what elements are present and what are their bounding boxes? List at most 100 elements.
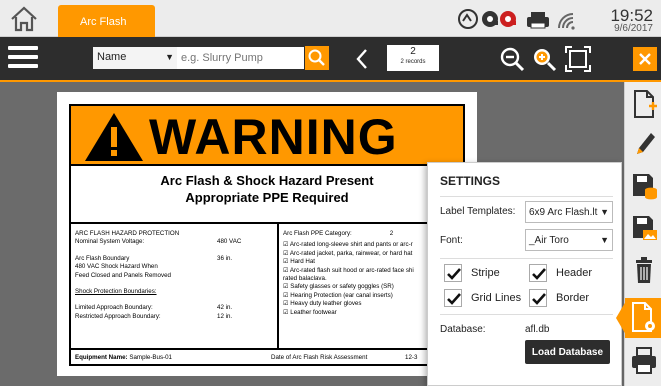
shock-boundaries-title: Shock Protection Boundaries: [75,288,157,296]
clock: 19:52 9/6/2017 [610,6,653,34]
record-count: 2 records [400,59,426,65]
cloud-record-icon [482,11,498,27]
border-checkbox[interactable] [529,289,547,307]
boundary-value: 36 in. [217,254,233,262]
border-label: Border [556,292,590,304]
clock-date: 9/6/2017 [614,23,653,34]
divider [440,258,613,259]
shock-hazard-line-1: 480 VAC Shock Hazard When [75,263,158,271]
home-icon[interactable] [8,4,40,34]
chevron-down-icon: ▼ [600,207,609,217]
stripe-label: Stripe [471,267,500,279]
divider [71,348,463,350]
headline-line-1: Arc Flash & Shock Hazard Present [160,173,374,188]
hazard-headline: Arc Flash & Shock Hazard Present Appropr… [71,172,463,206]
tab-arc-flash[interactable]: Arc Flash [58,5,155,37]
zoom-out-icon[interactable] [498,45,526,73]
close-icon [639,53,651,65]
font-select[interactable]: _Air Toro ▼ [525,229,613,251]
search-field-select[interactable]: Name ▼ [93,47,177,69]
document-settings-icon [632,302,655,332]
limited-approach-label: Limited Approach Boundary: [75,304,153,312]
limited-approach-value: 42 in. [217,304,233,312]
font-label: Font: [440,235,463,246]
search-button[interactable] [305,46,329,70]
chevron-down-icon: ▼ [165,52,174,62]
previous-record-button[interactable] [353,45,371,73]
voltage-label: Nominal System Voltage: [75,238,145,246]
chevron-left-icon [356,49,367,69]
hamburger-menu-icon[interactable] [8,46,38,72]
ppe-category-label: Arc Flash PPE Category: [283,230,352,237]
settings-panel: SETTINGS Label Templates: 6x9 Arc Flash.… [427,162,622,386]
warning-banner: WARNING [71,106,463,166]
warning-heading: WARNING [149,109,398,165]
printer-icon [527,12,549,29]
checkmark-icon [532,268,546,280]
save-image-icon[interactable] [629,212,659,244]
equipment-name-value: Sample-Bus-01 [129,354,172,361]
clock-time: 19:52 [610,6,653,25]
section-title: ARC FLASH HAZARD PROTECTION [75,230,180,237]
boundary-label: Arc Flash Boundary [75,254,130,262]
divider [71,222,463,224]
checkmark-icon [532,293,546,305]
column-divider [277,224,279,348]
search-input[interactable] [177,47,304,69]
fit-to-screen-icon[interactable] [564,45,592,73]
status-icons-graphic [458,9,575,30]
delete-trash-icon[interactable] [629,254,659,286]
label-border: WARNING Arc Flash & Shock Hazard Present… [69,104,465,366]
new-label-icon[interactable] [629,88,659,120]
assessment-date-label: Date of Arc Flash Risk Assessment [271,354,368,361]
restricted-approach-label: Restricted Approach Boundary: [75,312,161,320]
template-label: Label Templates: [440,206,516,217]
checkmark-icon [447,293,461,305]
restricted-approach-value: 12 in. [217,312,233,320]
badge-icon [500,11,516,27]
save-database-icon[interactable] [629,170,659,202]
headline-line-2: Appropriate PPE Required [185,190,349,205]
status-icons [456,6,586,32]
divider [440,314,613,315]
header-checkbox[interactable] [529,264,547,282]
divider [440,196,613,197]
voltage-value: 480 VAC [217,238,242,246]
app-window: Arc Flash 19:52 9/6/2017 Name ▼ e.g. Slu… [0,0,661,386]
tab-label: Arc Flash [80,16,127,28]
shock-hazard-line-2: Feed Closed and Panels Removed [75,271,171,279]
grid-lines-label: Grid Lines [471,292,522,304]
record-number: 2 [410,46,416,57]
stripe-checkbox[interactable] [444,264,462,282]
search-field-value: Name [97,51,127,63]
settings-title: SETTINGS [440,174,501,188]
right-sidebar [616,82,661,386]
print-icon[interactable] [629,344,659,376]
ppe-category-value: 2 [389,230,394,237]
template-select[interactable]: 6x9 Arc Flash.lt ▼ [525,201,613,223]
assessment-date-value: 12-3 [405,354,418,361]
edit-pencil-icon[interactable] [629,128,659,160]
load-database-button[interactable]: Load Database [525,340,610,364]
equipment-name-label: Equipment Name: [75,354,128,361]
template-value: 6x9 Arc Flash.lt [529,207,598,218]
hazard-protection-column: ARC FLASH HAZARD PROTECTION Nominal Syst… [75,230,273,321]
header-label: Header [556,267,593,279]
sync-icon [458,9,478,29]
font-value: _Air Toro [529,235,569,246]
checkmark-icon [447,268,461,280]
label-document: WARNING Arc Flash & Shock Hazard Present… [57,92,477,376]
main-toolbar: Name ▼ 2 2 records [0,37,661,82]
search-icon [308,49,325,66]
grid-lines-checkbox[interactable] [444,289,462,307]
label-settings-button[interactable] [616,298,661,338]
database-value: afl.db [525,324,550,335]
warning-triangle-icon [85,113,143,161]
database-label: Database: [440,324,486,335]
top-bar: Arc Flash 19:52 9/6/2017 [0,0,661,37]
close-button[interactable] [633,47,657,71]
record-navigator[interactable]: 2 2 records [387,45,439,71]
chevron-down-icon: ▼ [600,235,609,245]
wifi-icon [558,13,575,30]
zoom-in-icon[interactable] [530,45,558,73]
